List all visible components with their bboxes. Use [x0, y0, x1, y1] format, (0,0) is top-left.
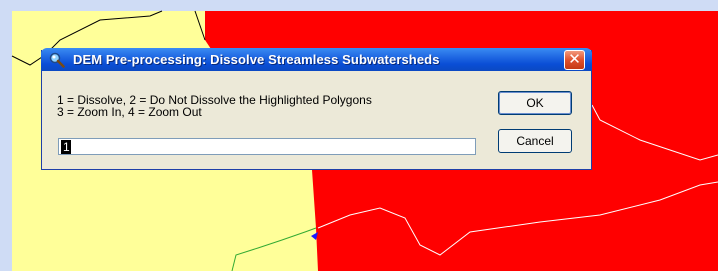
cancel-button[interactable]: Cancel [498, 129, 572, 153]
ok-button[interactable]: OK [498, 91, 572, 115]
close-button[interactable]: ✕ [564, 50, 585, 70]
dialog-titlebar[interactable]: DEM Pre-processing: Dissolve Streamless … [41, 48, 592, 71]
choice-input[interactable]: 1 [58, 138, 476, 155]
choice-input-value: 1 [61, 140, 71, 154]
magnifier-icon [49, 52, 65, 68]
prompt-line-2: 3 = Zoom In, 4 = Zoom Out [57, 105, 202, 119]
dissolve-dialog: DEM Pre-processing: Dissolve Streamless … [41, 48, 592, 170]
close-icon: ✕ [568, 50, 581, 68]
dialog-title: DEM Pre-processing: Dissolve Streamless … [73, 52, 440, 67]
